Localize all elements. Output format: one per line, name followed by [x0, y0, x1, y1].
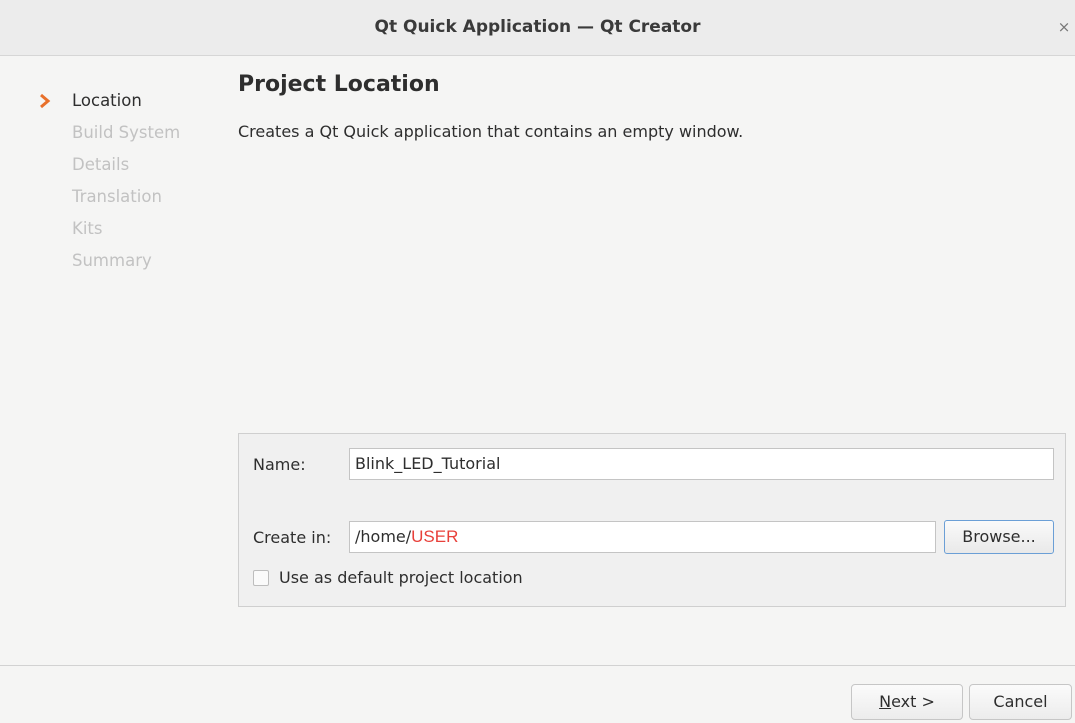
title-bar: Qt Quick Application — Qt Creator × [0, 0, 1075, 56]
path-user: USER [411, 527, 459, 546]
step-translation: Translation [38, 186, 218, 218]
window-title: Qt Quick Application — Qt Creator [374, 17, 701, 37]
step-build-system: Build System [38, 122, 218, 154]
step-label: Build System [72, 123, 181, 142]
step-label: Summary [72, 251, 152, 270]
default-location-label[interactable]: Use as default project location [279, 568, 523, 587]
step-label: Translation [72, 187, 162, 206]
step-label: Kits [72, 219, 103, 238]
create-in-input[interactable]: /home/USER [349, 521, 936, 553]
location-form: Name: Blink_LED_Tutorial Create in: /hom… [238, 433, 1066, 607]
cancel-button[interactable]: Cancel [969, 684, 1072, 720]
next-label: ext > [891, 692, 935, 711]
name-label: Name: [253, 455, 306, 474]
step-label: Location [72, 91, 142, 110]
default-location-checkbox[interactable] [253, 570, 269, 586]
step-location: Location [38, 90, 218, 122]
current-step-arrow-icon [40, 93, 51, 109]
step-details: Details [38, 154, 218, 186]
next-mnemonic: N [879, 692, 892, 711]
wizard-steps-sidebar: Location Build System Details Translatio… [38, 90, 218, 282]
footer-divider [0, 665, 1075, 666]
create-in-label: Create in: [253, 528, 332, 547]
path-prefix: /home/ [355, 527, 412, 546]
step-kits: Kits [38, 218, 218, 250]
name-input[interactable]: Blink_LED_Tutorial [349, 448, 1054, 480]
step-summary: Summary [38, 250, 218, 282]
page-title: Project Location [238, 72, 440, 97]
page-description: Creates a Qt Quick application that cont… [238, 122, 744, 141]
browse-button[interactable]: Browse... [944, 520, 1054, 554]
step-label: Details [72, 155, 130, 174]
close-icon[interactable]: × [1057, 18, 1071, 36]
name-input-value: Blink_LED_Tutorial [355, 454, 501, 473]
next-button[interactable]: Next > [851, 684, 963, 720]
